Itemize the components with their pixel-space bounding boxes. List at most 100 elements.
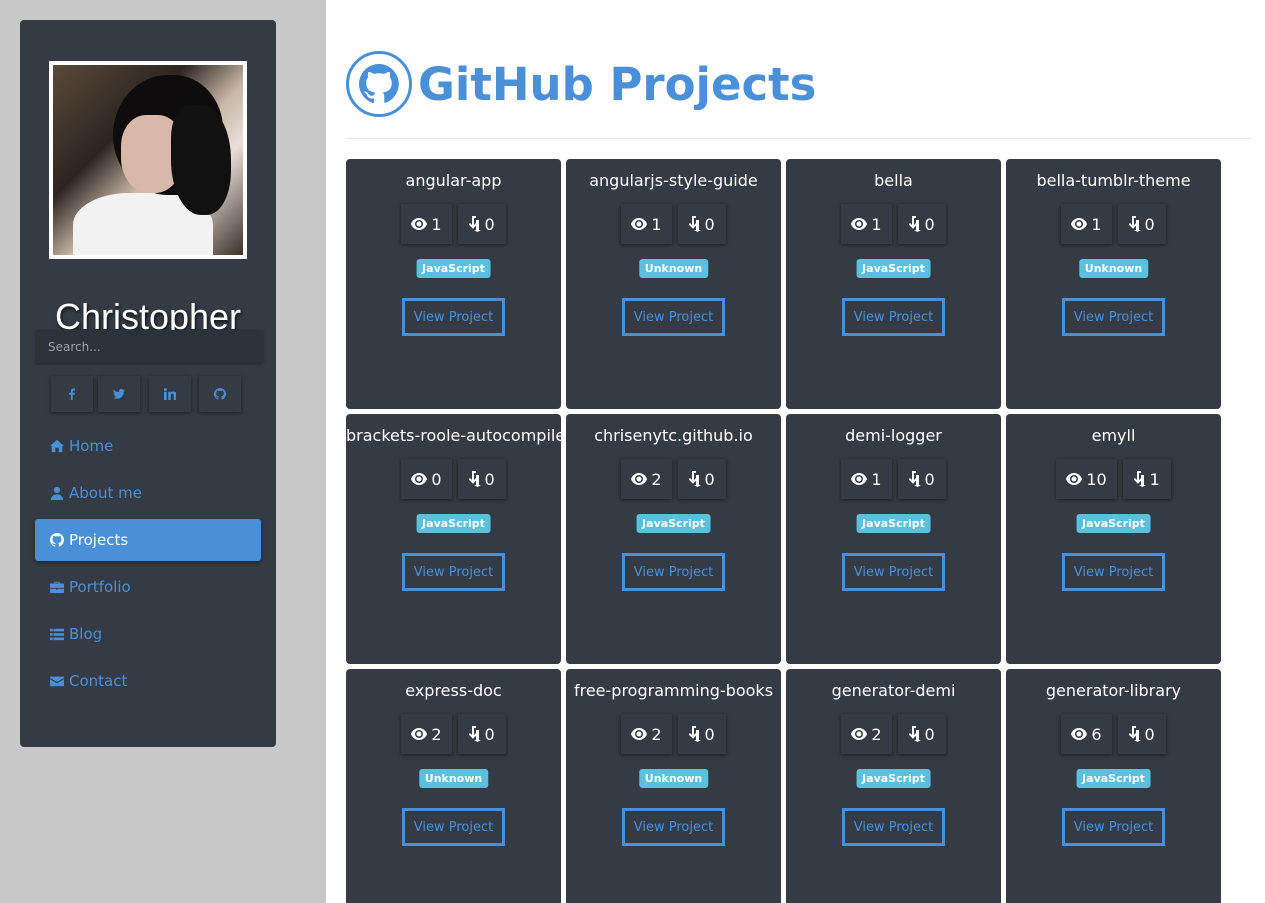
fork-icon: [468, 726, 481, 742]
watchers-value: 1: [871, 214, 882, 234]
project-stats: 10: [346, 204, 561, 244]
project-stats: 20: [566, 714, 781, 754]
project-stats: 10: [786, 204, 1001, 244]
project-card: angularjs-style-guide 1 0 Unknown View Proje…: [566, 159, 781, 409]
project-card: chrisenytc.github.io 2 0 JavaScript View Pro…: [566, 414, 781, 664]
view-project-button[interactable]: View Project: [842, 553, 945, 591]
nav-item-contact[interactable]: Contact: [35, 660, 261, 702]
forks-count: 0: [677, 714, 726, 754]
view-project-button[interactable]: View Project: [402, 298, 505, 336]
project-stats: 60: [1006, 714, 1221, 754]
forks-value: 0: [484, 469, 495, 489]
watchers-value: 2: [431, 724, 442, 744]
project-name: express-doc: [405, 681, 502, 700]
project-card: generator-demi 2 0 JavaScript View Project: [786, 669, 1001, 903]
view-project-button[interactable]: View Project: [622, 808, 725, 846]
project-card: bella-tumblr-theme 1 0 Unknown View Project: [1006, 159, 1221, 409]
fork-icon: [908, 726, 921, 742]
github-link[interactable]: [199, 376, 241, 412]
nav-item-about[interactable]: About me: [35, 472, 261, 514]
nav-item-portfolio[interactable]: Portfolio: [35, 566, 261, 608]
language-badge: JavaScript: [416, 514, 491, 533]
project-stats: 20: [566, 459, 781, 499]
linkedin-link[interactable]: [149, 376, 191, 412]
view-project-button[interactable]: View Project: [1062, 298, 1165, 336]
fork-icon: [1133, 471, 1146, 487]
home-icon: [50, 439, 64, 453]
nav-item-label: Projects: [69, 531, 129, 549]
project-card: emyll 10 1 JavaScript View Project: [1006, 414, 1221, 664]
project-name: bella: [874, 171, 913, 190]
forks-count: 0: [897, 204, 946, 244]
github-icon: [359, 64, 399, 103]
watchers-count: 1: [401, 204, 452, 244]
watchers-value: 1: [871, 469, 882, 489]
search-input[interactable]: [36, 330, 263, 363]
language-badge: Unknown: [1078, 259, 1149, 278]
page-header: GitHub Projects: [346, 46, 816, 122]
sidebar: Christopher Home About me Projects Portf…: [20, 20, 276, 747]
eye-icon: [1071, 728, 1088, 740]
eye-icon: [851, 473, 868, 485]
project-name: angularjs-style-guide: [589, 171, 758, 190]
nav-item-label: Portfolio: [69, 578, 131, 596]
project-card: free-programming-books 2 0 Unknown View Proj…: [566, 669, 781, 903]
page-title: GitHub Projects: [418, 57, 817, 111]
watchers-value: 1: [1091, 214, 1102, 234]
watchers-value: 1: [651, 214, 662, 234]
project-card: angular-app 1 0 JavaScript View Project: [346, 159, 561, 409]
fork-icon: [908, 471, 921, 487]
nav-item-home[interactable]: Home: [35, 425, 261, 467]
eye-icon: [631, 473, 648, 485]
project-stats: 20: [786, 714, 1001, 754]
view-project-button[interactable]: View Project: [622, 553, 725, 591]
project-name: free-programming-books: [573, 681, 774, 700]
nav-item-label: Contact: [69, 672, 128, 690]
view-project-button[interactable]: View Project: [842, 298, 945, 336]
language-badge: JavaScript: [636, 514, 711, 533]
project-stats: 10: [566, 204, 781, 244]
watchers-count: 6: [1061, 714, 1112, 754]
nav-item-label: About me: [69, 484, 142, 502]
facebook-icon: [69, 388, 75, 400]
project-name: emyll: [1091, 426, 1136, 445]
github-icon: [214, 388, 226, 400]
forks-value: 0: [704, 724, 715, 744]
watchers-count: 1: [621, 204, 672, 244]
forks-value: 0: [924, 724, 935, 744]
facebook-link[interactable]: [51, 376, 93, 412]
watchers-value: 0: [431, 469, 442, 489]
twitter-link[interactable]: [98, 376, 140, 412]
language-badge: JavaScript: [416, 259, 491, 278]
nav-item-projects[interactable]: Projects: [35, 519, 261, 561]
watchers-count: 2: [401, 714, 452, 754]
view-project-button[interactable]: View Project: [1062, 808, 1165, 846]
view-project-button[interactable]: View Project: [622, 298, 725, 336]
watchers-value: 1: [431, 214, 442, 234]
project-stats: 00: [346, 459, 561, 499]
language-badge: JavaScript: [856, 259, 931, 278]
fork-icon: [468, 216, 481, 232]
view-project-button[interactable]: View Project: [842, 808, 945, 846]
forks-count: 0: [1117, 204, 1166, 244]
eye-icon: [411, 473, 428, 485]
view-project-button[interactable]: View Project: [402, 808, 505, 846]
project-card: express-doc 2 0 Unknown View Project: [346, 669, 561, 903]
project-name: demi-logger: [845, 426, 942, 445]
view-project-button[interactable]: View Project: [402, 553, 505, 591]
nav-item-blog[interactable]: Blog: [35, 613, 261, 655]
eye-icon: [411, 218, 428, 230]
forks-count: 0: [457, 204, 506, 244]
nav-item-label: Blog: [69, 625, 103, 643]
forks-value: 0: [1144, 214, 1155, 234]
project-name: brackets-roole-autocompile: [346, 426, 566, 445]
project-stats: 10: [1006, 204, 1221, 244]
project-stats: 10 1: [1006, 459, 1221, 499]
user-icon: [50, 486, 64, 500]
view-project-button[interactable]: View Project: [1062, 553, 1165, 591]
forks-count: 0: [1117, 714, 1166, 754]
fork-icon: [1128, 216, 1141, 232]
eye-icon: [1071, 218, 1088, 230]
language-badge: JavaScript: [1076, 769, 1151, 788]
watchers-value: 6: [1091, 724, 1102, 744]
